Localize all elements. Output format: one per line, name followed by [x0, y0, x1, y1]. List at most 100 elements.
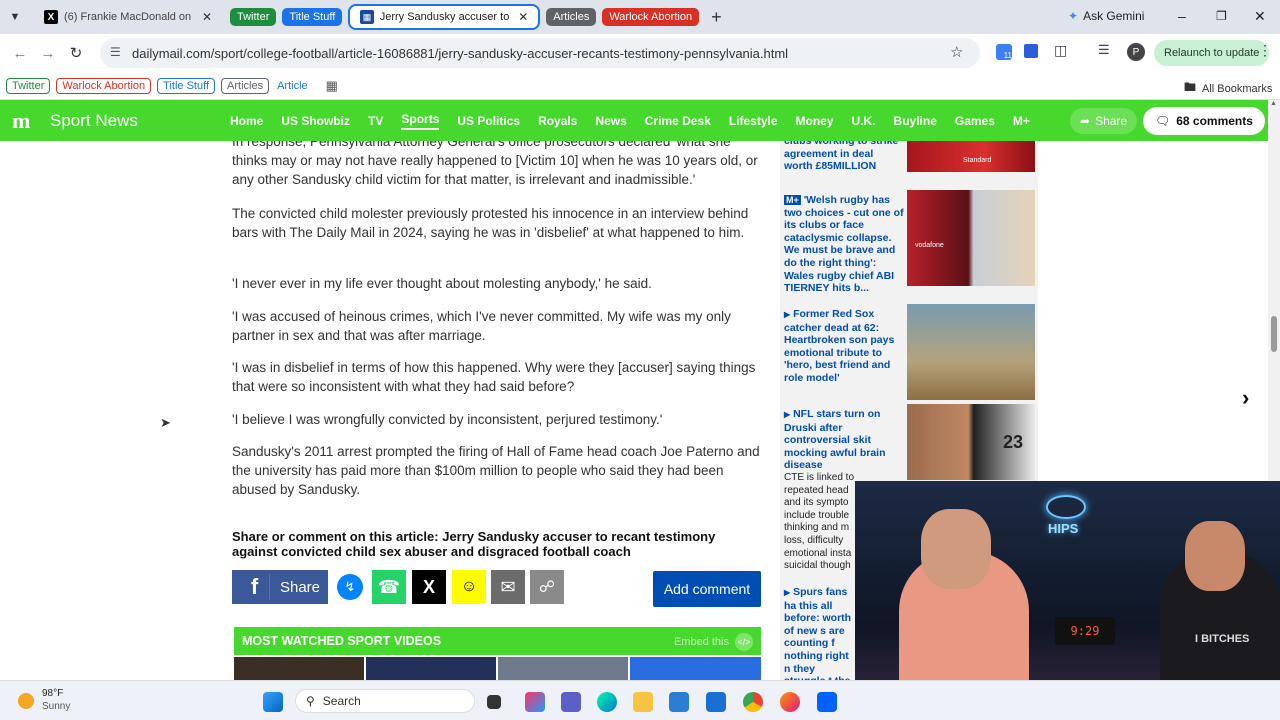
bookmark-warlock-abortion[interactable]: Warlock Abortion [56, 77, 152, 94]
dailymail-logo[interactable]: m [12, 108, 36, 133]
tab-frankie-macdonald[interactable]: X (6) Frankie MacDonald on X: "( ✕ [34, 4, 224, 30]
nav-games[interactable]: Games [955, 114, 995, 128]
weather-condition[interactable]: Sunny [42, 701, 70, 712]
copilot-icon[interactable] [525, 692, 545, 712]
weather-sun-icon[interactable] [18, 693, 34, 709]
bookmark-twitter[interactable]: Twitter [6, 77, 51, 94]
tab-active-article[interactable]: ▦ Jerry Sandusky accuser to recan ✕ [348, 4, 541, 30]
sidebar-image[interactable]: vodafone [907, 190, 1035, 286]
windows-start-icon[interactable] [263, 692, 283, 712]
teams-icon[interactable] [561, 692, 581, 712]
windows-taskbar: 98°F Sunny ⚲ Search [0, 680, 1280, 720]
close-icon[interactable]: ✕ [518, 10, 528, 24]
facebook-share-button[interactable]: f Share [232, 570, 328, 604]
close-icon[interactable]: ✕ [202, 10, 212, 24]
nav-money[interactable]: Money [796, 114, 834, 128]
store-icon[interactable] [669, 692, 689, 712]
mail-icon[interactable] [706, 692, 726, 712]
nav-lifestyle[interactable]: Lifestyle [729, 114, 778, 128]
sidebar-body-text: CTE is linked to repeated head and its s… [784, 472, 855, 572]
nav-royals[interactable]: Royals [538, 114, 577, 128]
task-view-icon[interactable] [487, 695, 501, 709]
bookmark-article[interactable]: Article [277, 80, 308, 92]
tab-group-articles[interactable]: Articles [546, 8, 597, 26]
scroll-up-arrow-icon[interactable]: ▲ [1270, 100, 1277, 107]
sidebar-headline[interactable]: M+ 'Welsh rugby has two choices - cut on… [784, 194, 904, 295]
ask-gemini-button[interactable]: ✦ Ask Gemini [1068, 9, 1144, 23]
tab-group-title-stuff[interactable]: Title Stuff [282, 8, 343, 26]
sidebar-headline[interactable]: ▶ Former Red Sox catcher dead at 62: Hea… [784, 308, 904, 385]
scrollbar-thumb[interactable] [1271, 316, 1277, 352]
share-heading: Share or comment on this article: Jerry … [232, 529, 716, 559]
extension-icon[interactable] [1024, 44, 1038, 58]
x-share-button[interactable]: X [412, 570, 446, 604]
all-bookmarks-button[interactable]: 🖿 All Bookmarks [1184, 78, 1272, 99]
tab-search-chevron-icon[interactable]: ▼ [0, 11, 30, 23]
forward-arrow-icon[interactable]: → [34, 45, 62, 62]
section-title[interactable]: Sport News [50, 111, 230, 131]
edge-icon[interactable] [597, 692, 617, 712]
comments-count-button[interactable]: 🗨 68 comments [1143, 107, 1265, 135]
whatsapp-share-button[interactable]: ☎ [372, 570, 406, 604]
sidebar-headline[interactable]: clubs working to strike agreement in dea… [784, 141, 904, 173]
tab-group-warlock[interactable]: Warlock Abortion [602, 8, 700, 26]
back-arrow-icon[interactable]: ← [6, 45, 34, 62]
menu-kebab-icon[interactable]: ⋮ [1258, 42, 1272, 59]
nav-sports[interactable]: Sports [401, 112, 440, 130]
nav-share-button[interactable]: ➦ Share [1070, 108, 1138, 134]
sidebar-image[interactable] [907, 304, 1035, 400]
video-thumbnail[interactable] [366, 657, 496, 680]
chrome-icon[interactable] [743, 692, 763, 712]
minimize-icon[interactable]: – [1178, 8, 1186, 24]
nav-crime-desk[interactable]: Crime Desk [645, 114, 711, 128]
embed-label: Embed this [673, 636, 729, 648]
carousel-next-chevron-icon[interactable]: › [1242, 385, 1249, 411]
reload-icon[interactable]: ↻ [62, 44, 90, 62]
extension-badge-icon[interactable]: 11 [996, 44, 1012, 60]
nav-us-showbiz[interactable]: US Showbiz [281, 114, 350, 128]
address-bar[interactable]: ☰ dailymail.com/sport/college-football/a… [100, 38, 980, 68]
media-controls-icon[interactable]: ☰ [1098, 42, 1110, 58]
bookmark-articles[interactable]: Articles [221, 77, 270, 94]
sidebar-image[interactable]: Standard [907, 141, 1035, 172]
relaunch-update-button[interactable]: Relaunch to update [1154, 40, 1270, 66]
nav-home[interactable]: Home [230, 114, 263, 128]
tab-label: Jerry Sandusky accuser to recan [379, 11, 511, 23]
email-share-button[interactable]: ✉ [491, 570, 525, 604]
restore-icon[interactable]: ❐ [1216, 9, 1227, 23]
article-paragraph: 'I was in disbelief in terms of how this… [232, 360, 756, 394]
window-close-icon[interactable]: ✕ [1254, 8, 1266, 25]
nav-us-politics[interactable]: US Politics [457, 114, 520, 128]
x-logo-icon: X [44, 10, 58, 24]
video-thumbnail[interactable] [630, 657, 761, 680]
new-tab-plus-icon[interactable]: + [711, 7, 722, 28]
file-explorer-icon[interactable] [633, 692, 653, 712]
taskbar-search-box[interactable]: ⚲ Search [295, 689, 475, 713]
embed-this-button[interactable]: Embed this </> [674, 633, 753, 651]
extensions-puzzle-icon[interactable]: ◫ [1054, 42, 1067, 59]
site-info-icon[interactable]: ☰ [110, 45, 121, 59]
nav-mplus[interactable]: M+ [1013, 114, 1030, 128]
tab-group-twitter[interactable]: Twitter [230, 8, 277, 26]
sidebar-headline[interactable]: ▶ NFL stars turn on Druski after controv… [784, 408, 904, 472]
messenger-share-button[interactable]: ↯ [335, 570, 365, 604]
sidebar-headline[interactable]: ▶ Spurs fans ha this all before: worth o… [784, 586, 856, 680]
video-thumbnail[interactable] [498, 657, 628, 680]
video-thumbnail[interactable] [234, 657, 364, 680]
nav-tv[interactable]: TV [368, 114, 383, 128]
nav-buyline[interactable]: Buyline [894, 114, 937, 128]
sidebar-image[interactable]: 23 [907, 404, 1035, 480]
article-paragraph: 'I believe I was wrongfully convicted by… [232, 412, 663, 427]
weather-temp[interactable]: 98°F [42, 688, 63, 699]
profile-avatar[interactable]: P [1127, 43, 1145, 61]
add-comment-button[interactable]: Add comment [653, 571, 761, 607]
nav-news[interactable]: News [595, 114, 626, 128]
apps-grid-icon[interactable]: ▦ [326, 78, 338, 94]
nav-uk[interactable]: U.K. [852, 114, 876, 128]
bookmark-star-icon[interactable]: ☆ [950, 43, 963, 61]
firefox-icon[interactable] [780, 692, 800, 712]
snapchat-share-button[interactable]: ☺ [452, 570, 486, 604]
more-share-button[interactable]: ☍ [530, 570, 564, 604]
bookmark-title-stuff[interactable]: Title Stuff [157, 77, 216, 94]
dropbox-icon[interactable] [817, 692, 837, 712]
